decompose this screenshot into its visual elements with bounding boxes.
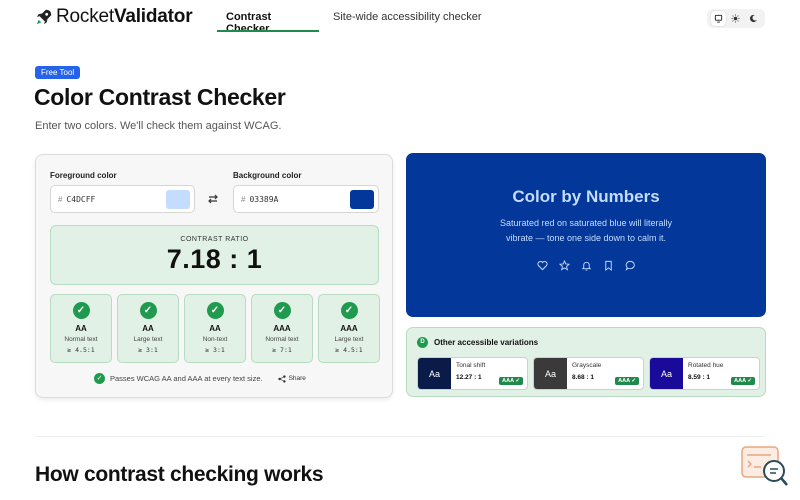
variation-name: Grayscale	[572, 362, 602, 369]
contrast-ratio-box: CONTRAST RATIO 7.18 : 1	[50, 225, 379, 285]
top-nav-bar: RocketValidator Contrast Checker Site-wi…	[0, 0, 800, 38]
page-title: Color Contrast Checker	[34, 84, 286, 110]
check-aaa-large: ✓ AAA Large text ≥ 4.5:1	[318, 294, 380, 363]
share-icon	[277, 374, 286, 383]
main-nav: Contrast Checker Site-wide accessibility…	[217, 0, 492, 35]
section-divider	[35, 436, 765, 437]
share-button[interactable]: Share	[277, 374, 306, 383]
accessible-variations-card: D Other accessible variations Aa Tonal s…	[406, 327, 766, 397]
pass-summary-text: Passes WCAG AA and AAA at every text siz…	[110, 374, 263, 383]
check-aa-non-text: ✓ AA Non-text ≥ 3:1	[184, 294, 246, 363]
variation-rotated-hue[interactable]: Aa Rotated hue 8.59 : 1 AAA ✓	[649, 357, 760, 390]
background-swatch[interactable]	[350, 190, 374, 209]
check-type: Large text	[133, 336, 163, 343]
variation-swatch: Aa	[418, 358, 451, 389]
preview-icons	[406, 258, 766, 272]
search-document-icon	[741, 446, 788, 486]
rocket-validator-logo[interactable]: RocketValidator	[35, 6, 193, 28]
tab-contrast-checker[interactable]: Contrast Checker	[217, 0, 319, 35]
tab-site-wide-checker[interactable]: Site-wide accessibility checker	[323, 0, 492, 32]
background-label: Background color	[233, 171, 302, 180]
monitor-icon[interactable]	[711, 11, 727, 26]
check-type: Normal text	[64, 336, 98, 343]
variation-info: Rotated hue 8.59 : 1 AAA ✓	[683, 358, 759, 389]
aaa-badge: AAA ✓	[615, 377, 639, 385]
variation-swatch: Aa	[534, 358, 567, 389]
foreground-swatch[interactable]	[166, 190, 190, 209]
foreground-hex-value[interactable]: C4DCFF	[66, 195, 95, 204]
check-level: AA	[142, 324, 154, 333]
variations-list: Aa Tonal shift 12.27 : 1 AAA ✓ Aa Graysc…	[417, 357, 760, 390]
check-level: AAA	[340, 324, 358, 333]
contrast-ratio-label: CONTRAST RATIO	[180, 236, 249, 243]
variation-name: Rotated hue	[688, 362, 724, 369]
color-preview-card: Color by Numbers Saturated red on satura…	[406, 153, 766, 317]
contrast-ratio-value: 7.18 : 1	[166, 244, 263, 274]
variation-name: Tonal shift	[456, 362, 486, 369]
check-aa-normal: ✓ AA Normal text ≥ 4.5:1	[50, 294, 112, 363]
check-level: AA	[209, 324, 221, 333]
variation-swatch: Aa	[650, 358, 683, 389]
logo-text-bold: Validator	[113, 6, 193, 27]
check-icon: ✓	[206, 302, 224, 319]
aaa-badge: AAA ✓	[499, 377, 523, 385]
page-subtitle: Enter two colors. We'll check them again…	[35, 120, 282, 132]
swap-colors-icon[interactable]	[207, 193, 219, 208]
check-type: Normal text	[265, 336, 299, 343]
check-minimum: ≥ 4.5:1	[335, 346, 363, 354]
variations-header: D Other accessible variations	[417, 337, 538, 348]
background-hex-value[interactable]: 03389A	[249, 195, 278, 204]
logo-text: RocketValidator	[56, 6, 193, 28]
check-icon: ✓	[139, 302, 157, 319]
star-icon	[558, 258, 570, 271]
check-minimum: ≥ 3:1	[205, 346, 225, 354]
check-minimum: ≥ 3:1	[138, 346, 158, 354]
check-level: AAA	[273, 324, 291, 333]
sun-icon[interactable]	[728, 11, 743, 26]
hash-prefix: #	[58, 194, 63, 204]
preview-title: Color by Numbers	[512, 187, 660, 206]
pass-summary: ✓ Passes WCAG AA and AAA at every text s…	[94, 373, 306, 384]
contrast-checker-card: Foreground color # C4DCFF Background col…	[35, 154, 393, 398]
check-icon: ✓	[273, 302, 291, 319]
share-label: Share	[288, 375, 306, 382]
foreground-label: Foreground color	[50, 171, 117, 180]
variations-icon: D	[417, 337, 428, 348]
theme-toggle	[707, 9, 765, 28]
aaa-badge: AAA ✓	[731, 377, 755, 385]
variation-grayscale[interactable]: Aa Grayscale 8.68 : 1 AAA ✓	[533, 357, 644, 390]
heart-icon	[536, 258, 548, 271]
variation-tonal-shift[interactable]: Aa Tonal shift 12.27 : 1 AAA ✓	[417, 357, 528, 390]
logo-text-light: Rocket	[56, 6, 114, 27]
check-aa-large: ✓ AA Large text ≥ 3:1	[117, 294, 179, 363]
wcag-checks: ✓ AA Normal text ≥ 4.5:1 ✓ AA Large text…	[50, 294, 380, 363]
hash-prefix: #	[241, 194, 246, 204]
check-aaa-normal: ✓ AAA Normal text ≥ 7:1	[251, 294, 313, 363]
foreground-color-input[interactable]: # C4DCFF	[50, 185, 195, 213]
rocket-icon	[36, 9, 52, 25]
check-type: Large text	[334, 336, 364, 343]
check-minimum: ≥ 4.5:1	[67, 346, 95, 354]
help-search-widget[interactable]	[741, 446, 789, 490]
bell-icon	[581, 258, 592, 271]
preview-body: Saturated red on saturated blue will lit…	[499, 218, 673, 243]
background-color-input[interactable]: # 03389A	[233, 185, 379, 213]
check-level: AA	[75, 324, 87, 333]
variation-info: Tonal shift 12.27 : 1 AAA ✓	[451, 358, 527, 389]
variation-info: Grayscale 8.68 : 1 AAA ✓	[567, 358, 643, 389]
check-icon: ✓	[340, 302, 358, 319]
free-tool-badge: Free Tool	[35, 66, 81, 79]
variations-title: Other accessible variations	[434, 338, 539, 347]
check-minimum: ≥ 7:1	[272, 346, 292, 354]
moon-icon[interactable]	[746, 11, 761, 26]
chat-icon	[625, 258, 636, 271]
check-circle-icon: ✓	[94, 373, 105, 384]
check-type: Non-text	[202, 336, 228, 343]
check-icon: ✓	[72, 302, 90, 319]
section-title: How contrast checking works	[35, 463, 324, 486]
bookmark-icon	[603, 258, 614, 272]
